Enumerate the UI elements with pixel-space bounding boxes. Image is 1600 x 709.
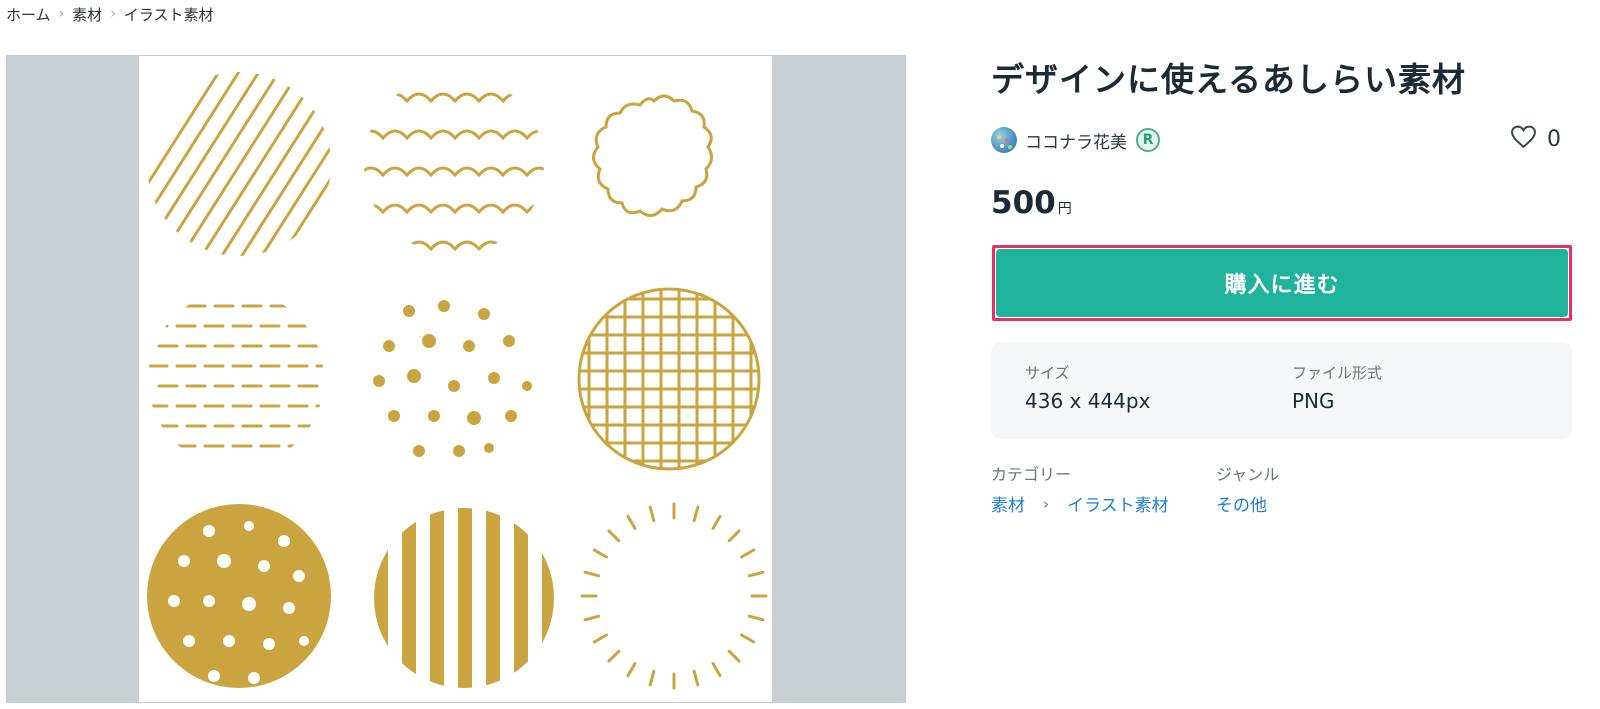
product-image-frame [6,55,906,703]
category-link-materials[interactable]: 素材 [991,491,1025,516]
favorite-button[interactable]: 0 [1510,124,1561,154]
spec-box: サイズ 436 x 444px ファイル形式 PNG [991,342,1572,439]
genre-link[interactable]: その他 [1216,491,1267,516]
buy-button[interactable]: 購入に進む [996,249,1568,317]
spec-format-value: PNG [1292,389,1335,413]
favorite-count: 0 [1547,126,1561,152]
spec-format-label: ファイル形式 [1292,364,1383,382]
price-unit: 円 [1057,201,1072,217]
breadcrumb: ホーム › 素材 › イラスト素材 [6,2,214,26]
category-link-illustration[interactable]: イラスト素材 [1067,491,1169,516]
spec-format: ファイル形式 PNG [1292,362,1382,413]
chevron-right-icon: › [58,6,65,22]
spec-size-label: サイズ [1025,364,1070,382]
chevron-right-icon: › [1043,494,1049,513]
illustration-pattern-circles [147,72,768,690]
seller-info[interactable]: ココナラ花美 R [991,125,1160,155]
spec-size: サイズ 436 x 444px [1025,362,1150,413]
price: 500 円 [991,185,1072,221]
heart-outline-icon [1510,125,1537,153]
breadcrumb-illustration[interactable]: イラスト素材 [124,4,214,25]
price-value: 500 [991,185,1056,221]
avatar[interactable] [991,127,1017,153]
product-image[interactable] [139,56,772,702]
seller-name[interactable]: ココナラ花美 [1025,128,1127,153]
breadcrumb-materials[interactable]: 素材 [72,4,102,25]
category-label: カテゴリー [991,465,1072,484]
product-title: デザインに使えるあしらい素材 [991,60,1467,99]
rank-badge: R [1136,128,1160,152]
genre-section: ジャンル その他 [1216,461,1279,516]
genre-label: ジャンル [1216,465,1280,484]
spec-size-value: 436 x 444px [1025,389,1151,413]
chevron-right-icon: › [110,6,116,22]
category-section: カテゴリー 素材 › イラスト素材 [991,461,1169,516]
breadcrumb-home[interactable]: ホーム [6,4,51,25]
